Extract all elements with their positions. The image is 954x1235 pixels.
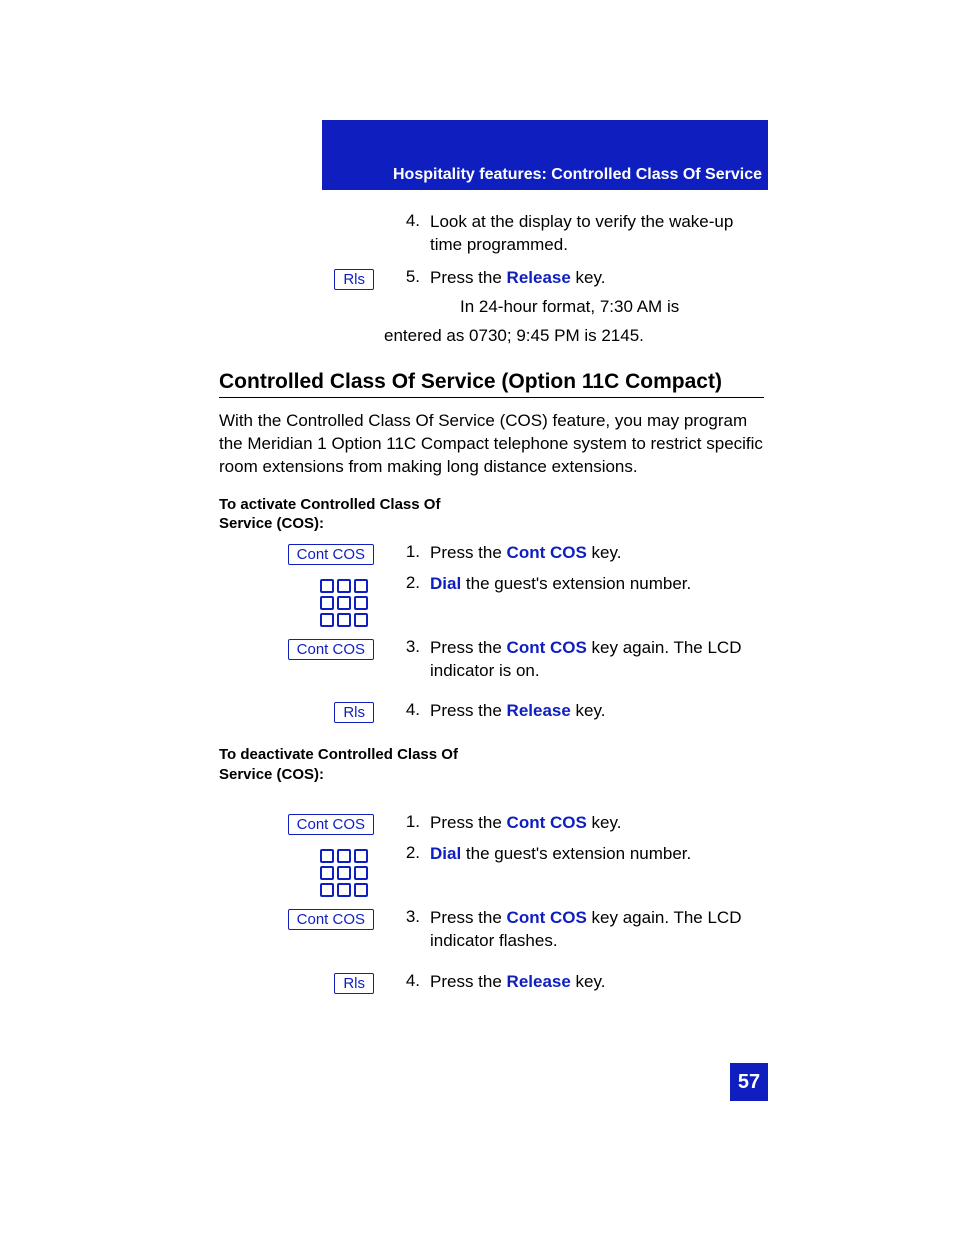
button-col: Rls <box>219 700 384 723</box>
button-col <box>219 296 384 298</box>
cont-cos-key: Cont COS <box>288 909 374 930</box>
step-row: 2. Dial the guest's extension number. <box>219 843 764 899</box>
step-pre: Press the <box>430 543 507 562</box>
step-post: key. <box>587 543 622 562</box>
step-number: 3. <box>384 907 430 927</box>
button-col: Cont COS <box>219 637 384 660</box>
step-row: Cont COS 3. Press the Cont COS key again… <box>219 907 764 953</box>
step-number: 4. <box>384 211 430 231</box>
step-pre: Press the <box>430 908 507 927</box>
step-post: key. <box>571 701 606 720</box>
step-bold: Dial <box>430 844 461 863</box>
step-row: Cont COS 1. Press the Cont COS key. <box>219 812 764 835</box>
deactivate-block: Cont COS 1. Press the Cont COS key. 2. <box>219 812 764 994</box>
page-number: 57 <box>730 1063 768 1101</box>
step-number: 1. <box>384 542 430 562</box>
step-row: Rls 4. Press the Release key. <box>219 971 764 994</box>
button-col: Cont COS <box>219 812 384 835</box>
step-bold: Dial <box>430 574 461 593</box>
section-title: Controlled Class Of Service (Option 11C … <box>219 370 764 398</box>
step-post: key. <box>571 972 606 991</box>
step-pre: Press the <box>430 813 507 832</box>
step-bold: Cont COS <box>507 908 587 927</box>
step-number: 5. <box>384 267 430 287</box>
cont-cos-key: Cont COS <box>288 639 374 660</box>
step-post: the guest's extension number. <box>461 574 691 593</box>
step-number: 4. <box>384 700 430 720</box>
keypad-icon <box>320 849 368 897</box>
button-col <box>219 843 384 899</box>
step-post: key. <box>571 268 606 287</box>
button-col: Rls <box>219 971 384 994</box>
step-pre: Press the <box>430 638 507 657</box>
step-bold: Cont COS <box>507 813 587 832</box>
step-text: Press the Cont COS key. <box>430 812 764 835</box>
cont-cos-key: Cont COS <box>288 814 374 835</box>
button-col <box>219 325 384 327</box>
rls-key: Rls <box>334 702 374 723</box>
activate-block: Cont COS 1. Press the Cont COS key. 2. <box>219 542 764 724</box>
step-text: Press the Cont COS key again. The LCD in… <box>430 637 764 683</box>
page: Hospitality features: Controlled Class O… <box>0 0 954 1235</box>
step-bold: Release <box>507 268 571 287</box>
step-text: Press the Release key. <box>430 971 764 994</box>
step-bold: Cont COS <box>507 543 587 562</box>
step-number: 4. <box>384 971 430 991</box>
deactivate-heading: To deactivate Controlled Class Of Servic… <box>219 745 499 784</box>
step-pre: Look at the display to verify the wake-u… <box>430 212 733 254</box>
button-col: Cont COS <box>219 907 384 930</box>
step-pre: Press the <box>430 268 507 287</box>
step-bold: Cont COS <box>507 638 587 657</box>
button-col <box>219 573 384 629</box>
step-pre: Press the <box>430 972 507 991</box>
step-post: key. <box>587 813 622 832</box>
step-row: Rls 5. Press the Release key. <box>219 267 764 290</box>
content-area: 4. Look at the display to verify the wak… <box>219 205 764 1016</box>
step-number: 1. <box>384 812 430 832</box>
button-col <box>219 211 384 213</box>
step-text: Press the Cont COS key again. The LCD in… <box>430 907 764 953</box>
note-row: entered as 0730; 9:45 PM is 2145. <box>219 325 764 348</box>
rls-key: Rls <box>334 973 374 994</box>
step-row: Rls 4. Press the Release key. <box>219 700 764 723</box>
button-col: Rls <box>219 267 384 290</box>
step-text: Dial the guest's extension number. <box>430 573 764 596</box>
step-number: 3. <box>384 637 430 657</box>
step-text: Press the Release key. <box>430 267 764 290</box>
rls-key: Rls <box>334 269 374 290</box>
header-title: Hospitality features: Controlled Class O… <box>322 166 768 184</box>
step-text: Press the Release key. <box>430 700 764 723</box>
step-text: Press the Cont COS key. <box>430 542 764 565</box>
note-line2-text: entered as 0730; 9:45 PM is 2145. <box>384 326 644 345</box>
step-text: Look at the display to verify the wake-u… <box>430 211 764 257</box>
step-post: the guest's extension number. <box>461 844 691 863</box>
step-text: Dial the guest's extension number. <box>430 843 764 866</box>
step-bold: Release <box>507 701 571 720</box>
step-row: Cont COS 3. Press the Cont COS key again… <box>219 637 764 683</box>
note-text: In 24-hour format, 7:30 AM is <box>430 296 764 319</box>
step-pre: Press the <box>430 701 507 720</box>
keypad-icon <box>320 579 368 627</box>
cont-cos-key: Cont COS <box>288 544 374 565</box>
note-row: In 24-hour format, 7:30 AM is <box>219 296 764 319</box>
intro-text: With the Controlled Class Of Service (CO… <box>219 410 764 479</box>
step-number: 2. <box>384 843 430 863</box>
note-line2: entered as 0730; 9:45 PM is 2145. <box>384 325 764 348</box>
step-row: 2. Dial the guest's extension number. <box>219 573 764 629</box>
step-bold: Release <box>507 972 571 991</box>
step-row: Cont COS 1. Press the Cont COS key. <box>219 542 764 565</box>
button-col: Cont COS <box>219 542 384 565</box>
step-number: 2. <box>384 573 430 593</box>
step-row: 4. Look at the display to verify the wak… <box>219 211 764 257</box>
activate-heading: To activate Controlled Class Of Service … <box>219 495 479 534</box>
note-line1: In 24-hour format, 7:30 AM is <box>460 296 764 319</box>
